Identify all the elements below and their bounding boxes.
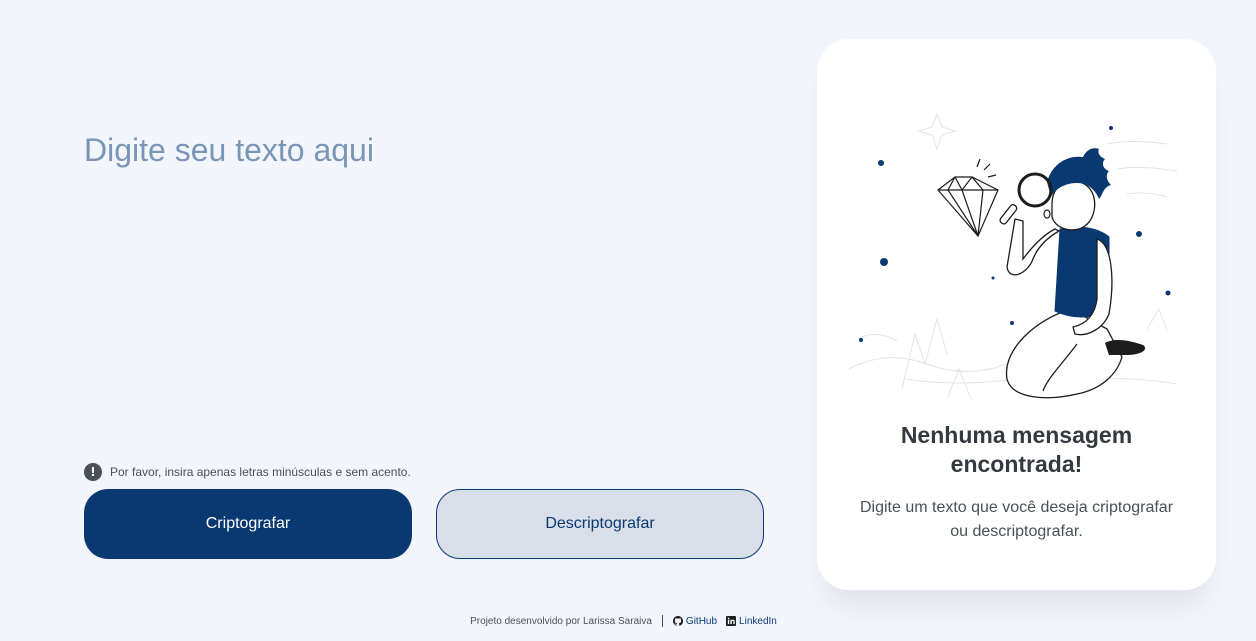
empty-state-text: Digite um texto que você deseja criptogr… bbox=[859, 499, 1174, 540]
github-label: GitHub bbox=[685, 615, 718, 627]
linkedin-icon bbox=[726, 616, 737, 626]
github-icon bbox=[672, 616, 683, 626]
linkedin-label: LinkedIn bbox=[739, 615, 777, 627]
input-hint: ! Por favor, insira apenas letras minúsc… bbox=[84, 463, 411, 481]
decrypt-button[interactable]: Descriptografar bbox=[436, 489, 764, 559]
message-input[interactable] bbox=[84, 124, 764, 444]
footer-credit: Projeto desenvolvido por Larissa Saraiva bbox=[470, 615, 652, 627]
footer-divider bbox=[661, 615, 663, 627]
person-with-magnifying-glass-illustration bbox=[848, 112, 1178, 399]
footer: Projeto desenvolvido por Larissa Saraiva… bbox=[0, 613, 1256, 629]
output-panel: Nenhuma mensagem encontrada! Digite um t… bbox=[817, 39, 1216, 590]
exclamation-circle-icon: ! bbox=[84, 463, 102, 481]
linkedin-link[interactable]: LinkedIn bbox=[726, 616, 777, 627]
encrypt-button[interactable]: Criptografar bbox=[84, 489, 412, 559]
empty-state-title: Nenhuma mensagem encontrada! bbox=[900, 422, 1133, 477]
github-link[interactable]: GitHub bbox=[672, 615, 718, 627]
hint-text: Por favor, insira apenas letras minúscul… bbox=[110, 465, 411, 479]
